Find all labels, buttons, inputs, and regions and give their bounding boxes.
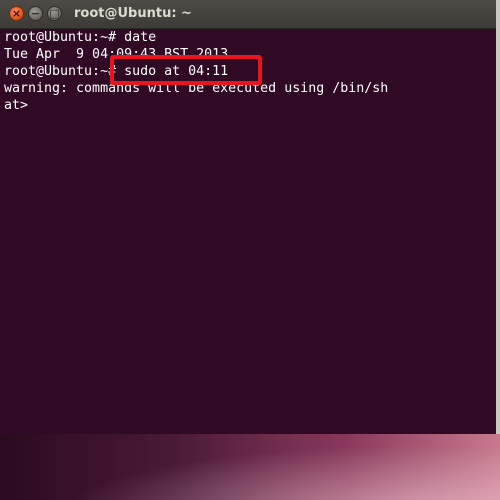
terminal-output[interactable]: root@Ubuntu:~# date Tue Apr 9 04:09:43 B… xyxy=(0,29,496,434)
terminal-window: × − □ root@Ubuntu: ~ root@Ubuntu:~# date… xyxy=(0,0,500,434)
window-title: root@Ubuntu: ~ xyxy=(74,6,192,21)
desktop-wallpaper xyxy=(0,433,500,500)
screen: × − □ root@Ubuntu: ~ root@Ubuntu:~# date… xyxy=(0,0,500,500)
terminal-prompt-line: at> xyxy=(4,98,29,113)
minimize-icon: − xyxy=(30,7,41,20)
maximize-button[interactable]: □ xyxy=(47,6,62,21)
maximize-icon: □ xyxy=(49,7,60,20)
minimize-button[interactable]: − xyxy=(28,6,43,21)
close-icon: × xyxy=(11,7,22,20)
title-bar[interactable]: × − □ root@Ubuntu: ~ xyxy=(0,0,496,29)
close-button[interactable]: × xyxy=(9,6,24,21)
terminal-line: root@Ubuntu:~# date xyxy=(4,30,157,45)
highlight-annotation-box xyxy=(110,55,262,85)
